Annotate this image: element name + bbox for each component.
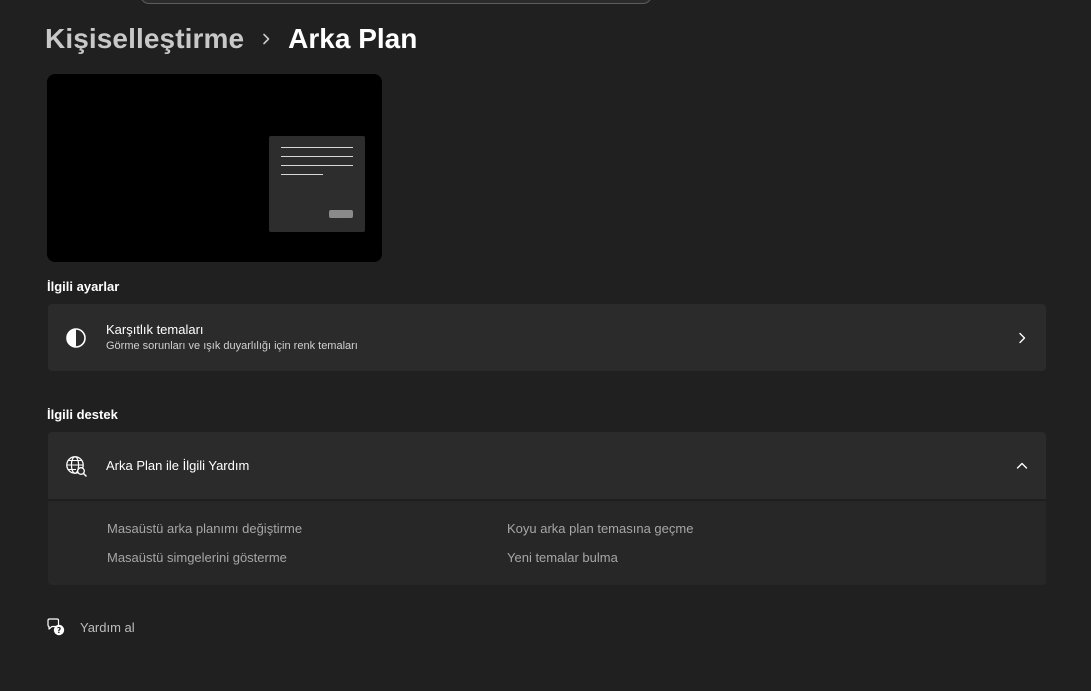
help-link-dark-theme[interactable]: Koyu arka plan temasına geçme bbox=[507, 521, 693, 536]
preview-line bbox=[281, 174, 323, 175]
globe-search-icon bbox=[65, 455, 87, 477]
chevron-right-icon bbox=[1016, 332, 1028, 344]
contrast-themes-card[interactable]: Karşıtlık temaları Görme sorunları ve ış… bbox=[48, 304, 1046, 371]
preview-window bbox=[269, 136, 365, 232]
chevron-right-icon bbox=[244, 33, 288, 45]
preview-button bbox=[329, 210, 353, 218]
related-support-heading: İlgili destek bbox=[47, 407, 118, 422]
preview-line bbox=[281, 165, 353, 166]
help-chat-icon: ? bbox=[46, 617, 66, 637]
contrast-icon bbox=[65, 327, 87, 349]
chevron-up-icon[interactable] bbox=[1016, 460, 1028, 472]
contrast-themes-text: Karşıtlık temaları Görme sorunları ve ış… bbox=[106, 321, 358, 354]
preview-line bbox=[281, 156, 353, 157]
preview-line bbox=[281, 147, 353, 148]
help-link-show-icons[interactable]: Masaüstü simgelerini gösterme bbox=[107, 550, 287, 565]
card-subtitle: Görme sorunları ve ışık duyarlılığı için… bbox=[106, 340, 358, 352]
get-help-label[interactable]: Yardım al bbox=[80, 620, 135, 635]
card-title: Karşıtlık temaları bbox=[106, 322, 204, 337]
background-help-expander[interactable]: Arka Plan ile İlgili Yardım bbox=[48, 432, 1046, 499]
expander-text: Arka Plan ile İlgili Yardım bbox=[106, 457, 249, 474]
breadcrumb-parent[interactable]: Kişiselleştirme bbox=[45, 23, 244, 55]
help-link-change-background[interactable]: Masaüstü arka planımı değiştirme bbox=[107, 521, 302, 536]
get-help-link[interactable]: ? Yardım al bbox=[46, 617, 135, 637]
page-title: Arka Plan bbox=[288, 23, 418, 54]
related-settings-heading: İlgili ayarlar bbox=[47, 279, 120, 294]
expander-title: Arka Plan ile İlgili Yardım bbox=[106, 458, 250, 473]
expander-content: Masaüstü arka planımı değiştirme Koyu ar… bbox=[48, 500, 1046, 585]
help-link-find-themes[interactable]: Yeni temalar bulma bbox=[507, 550, 618, 565]
breadcrumb: Kişiselleştirme Arka Plan bbox=[45, 20, 417, 58]
background-preview bbox=[47, 74, 382, 262]
search-box-edge[interactable] bbox=[140, 0, 652, 4]
svg-text:?: ? bbox=[57, 626, 61, 635]
settings-page: Kişiselleştirme Arka Plan İlgili ayarlar bbox=[0, 0, 1091, 691]
